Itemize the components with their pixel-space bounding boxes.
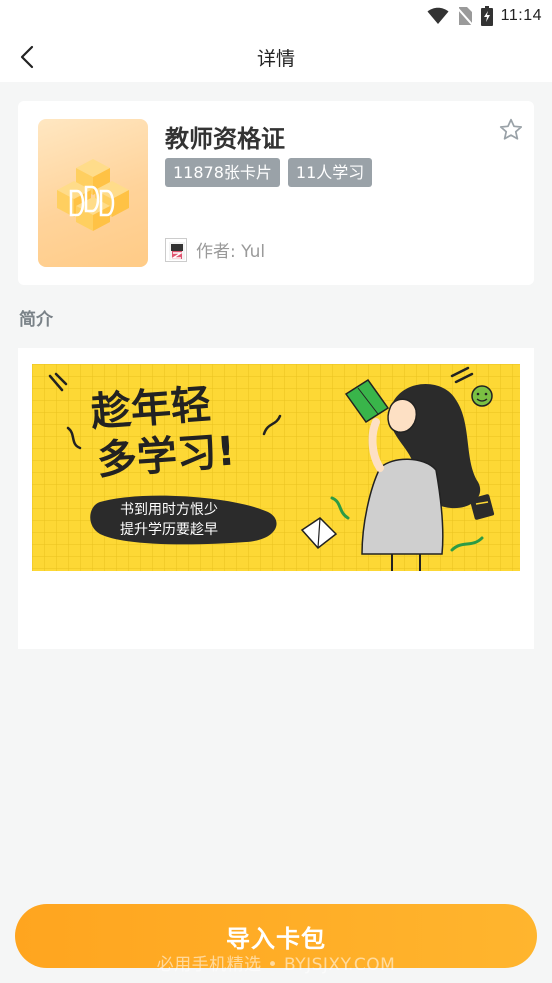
author-row[interactable]: 作者: Yul bbox=[165, 237, 265, 262]
page-title: 详情 bbox=[256, 48, 295, 70]
card-count-tag: 11878张卡片 bbox=[165, 158, 280, 187]
no-sim-icon bbox=[456, 7, 473, 26]
intro-card: 趁年轻 多学习! 书到用时方恨少 提升学历要趁早 bbox=[18, 348, 534, 649]
deck-info-card: 教师资格证 11878张卡片 11人学习 作者: Yul bbox=[18, 101, 534, 285]
nav-bar: 详情 bbox=[0, 32, 552, 82]
import-deck-label: 导入卡包 bbox=[226, 924, 326, 953]
author-name: 作者: Yul bbox=[196, 242, 266, 262]
banner-headline-line2: 多学习! bbox=[95, 428, 236, 484]
star-outline-icon bbox=[499, 118, 523, 140]
cubes-logo-icon bbox=[57, 159, 129, 231]
deck-title: 教师资格证 bbox=[165, 125, 285, 153]
deck-cover-image bbox=[38, 119, 148, 267]
banner-slogan-line1: 书到用时方恨少 bbox=[120, 502, 218, 518]
deck-tags: 11878张卡片 11人学习 bbox=[165, 158, 373, 187]
status-icons: 11:14 bbox=[427, 5, 542, 27]
status-time: 11:14 bbox=[500, 7, 542, 24]
intro-section-label: 简介 bbox=[19, 310, 53, 330]
learner-count-tag: 11人学习 bbox=[287, 158, 373, 187]
wifi-icon bbox=[427, 7, 449, 24]
avatar bbox=[165, 237, 187, 262]
intro-banner-image: 趁年轻 多学习! 书到用时方恨少 提升学历要趁早 bbox=[32, 364, 520, 571]
banner-slogan-line2: 提升学历要趁早 bbox=[120, 522, 218, 538]
battery-charging-icon bbox=[480, 6, 493, 26]
banner-headline-line1: 趁年轻 bbox=[89, 382, 212, 436]
watermark-text: 必用手机精选 • BYJSJXY.COM bbox=[156, 955, 396, 975]
status-bar: 11:14 bbox=[0, 0, 552, 32]
favorite-button[interactable] bbox=[498, 117, 524, 143]
